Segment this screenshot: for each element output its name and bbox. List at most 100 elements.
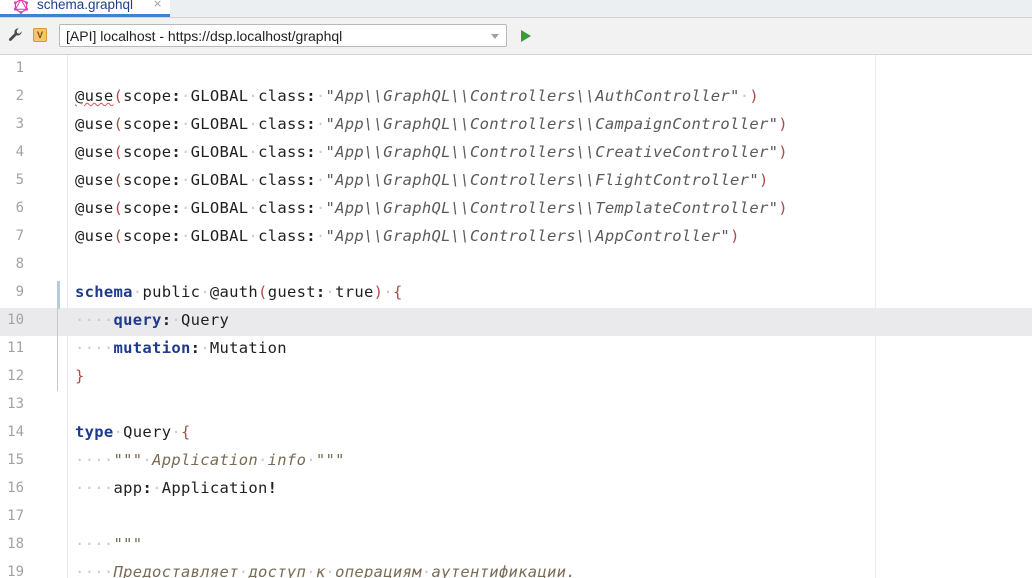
code-token: @use [75,143,114,161]
code-line[interactable]: 17 [0,504,1032,532]
code-token: public [142,283,201,301]
code-token: ···· [75,451,114,469]
code-token: { [180,423,191,441]
dropdown-arrow-icon[interactable] [491,34,499,39]
code-token: доступ [248,563,307,578]
code-line[interactable]: 13 [0,392,1032,420]
code-token: · [180,87,191,105]
code-token: scope [123,115,172,133]
variables-badge[interactable]: V [33,28,47,42]
code-token: · [258,451,268,469]
code-token: ( [113,115,124,133]
code-token: Query [180,311,230,329]
endpoint-value: [API] localhost - https://dsp.localhost/… [66,28,343,44]
code-token: · [180,199,191,217]
code-line[interactable]: 12} [0,364,1032,392]
code-token: ···· [75,339,114,357]
code-line[interactable]: 9 schema·public·@auth(guest:·true)·{ [0,280,1032,308]
line-number: 19 [7,564,24,578]
code-token: : [306,87,316,105]
code-token: schema [75,283,133,301]
code-token: """ [315,451,345,469]
line-number: 4 [15,144,24,160]
code-line[interactable]: 2 @use(scope:·GLOBAL·class:·"App\\GraphQL… [0,84,1032,112]
editor-tab-bar: schema.graphql × [0,0,1032,18]
code-token: · [200,339,210,357]
code-line[interactable]: 14 type·Query·{ [0,420,1032,448]
code-token: ! [267,479,278,497]
code-token: : [171,171,181,189]
code-token: "App\\GraphQL\\Controllers\\AuthControll… [325,87,740,105]
code-token: scope [123,199,172,217]
tab-schema-graphql[interactable]: schema.graphql × [0,0,170,17]
code-token: : [142,479,153,497]
endpoint-select[interactable]: [API] localhost - https://dsp.localhost/… [59,24,507,47]
code-token: · [200,283,210,301]
code-token: ( [113,143,124,161]
code-editor[interactable]: 1 2 @use(scope:·GLOBAL·class:·"App\\GraphQ… [0,55,1032,578]
tab-title: schema.graphql [37,0,134,12]
code-token: scope [123,87,172,105]
line-code: ····""" [75,535,142,553]
wrench-icon[interactable] [8,27,24,43]
code-token: Application [152,451,259,469]
code-token: · [180,115,191,133]
code-token: · [306,451,316,469]
code-line[interactable]: 8 [0,252,1032,280]
code-line[interactable]: 4 @use(scope:·GLOBAL·class:·"App\\GraphQL… [0,140,1032,168]
code-token: GLOBAL [190,171,249,189]
code-line[interactable]: 11 ····mutation:·Mutation [0,336,1032,364]
code-token: ···· [75,479,114,497]
line-code: ····query:·Query [75,311,229,329]
code-token: ) [730,227,740,245]
code-token: info [267,451,307,469]
code-token: : [171,87,181,105]
code-line[interactable]: 19 ····Предоставляет·доступ·к·операциям·а… [0,560,1032,578]
code-token: : [306,199,316,217]
code-line[interactable]: 3 @use(scope:·GLOBAL·class:·"App\\GraphQL… [0,112,1032,140]
code-token: : [171,227,181,245]
line-number: 13 [7,396,24,412]
code-token: · [315,143,326,161]
code-token: @use [75,199,114,217]
play-icon[interactable] [520,29,532,43]
code-token: · [315,199,326,217]
tab-close-icon[interactable]: × [153,0,162,10]
line-number: 15 [7,452,24,468]
line-number: 16 [7,480,24,496]
code-token: · [325,563,336,578]
line-number: 3 [15,116,24,132]
code-token: class [258,227,307,245]
code-token: "App\\GraphQL\\Controllers\\TemplateCont… [325,199,779,217]
code-line[interactable]: 18 ····""" [0,532,1032,560]
code-token: · [142,451,153,469]
line-number: 12 [7,368,24,384]
code-line[interactable]: 1 [0,56,1032,84]
code-token: · [180,171,191,189]
code-token: · [180,143,191,161]
code-line[interactable]: 7 @use(scope:·GLOBAL·class:·"App\\GraphQL… [0,224,1032,252]
code-line[interactable]: 10 ····query:·Query [0,308,1032,336]
code-line[interactable]: 16 ····app:·Application! [0,476,1032,504]
code-token: : [315,283,326,301]
code-token: @use [75,87,114,105]
line-number: 1 [15,60,24,76]
code-token: : [306,227,316,245]
code-token: · [248,115,259,133]
code-token: app [113,479,143,497]
code-line[interactable]: 6 @use(scope:·GLOBAL·class:·"App\\GraphQL… [0,196,1032,224]
code-token: @use [75,227,114,245]
code-token: Mutation [209,339,287,357]
code-line[interactable]: 5 @use(scope:·GLOBAL·class:·"App\\GraphQL… [0,168,1032,196]
line-code: @use(scope:·GLOBAL·class:·"App\\GraphQL\… [75,143,788,161]
code-token: · [421,563,432,578]
code-token: · [248,227,259,245]
code-token: · [248,87,259,105]
code-token: · [171,311,181,329]
code-line[interactable]: 15 ····"""·Application·info·""" [0,448,1032,476]
code-token: class [258,199,307,217]
line-code: @use(scope:·GLOBAL·class:·"App\\GraphQL\… [75,199,788,217]
line-number: 7 [15,228,24,244]
code-token: GLOBAL [190,87,249,105]
code-token: ) [758,171,769,189]
